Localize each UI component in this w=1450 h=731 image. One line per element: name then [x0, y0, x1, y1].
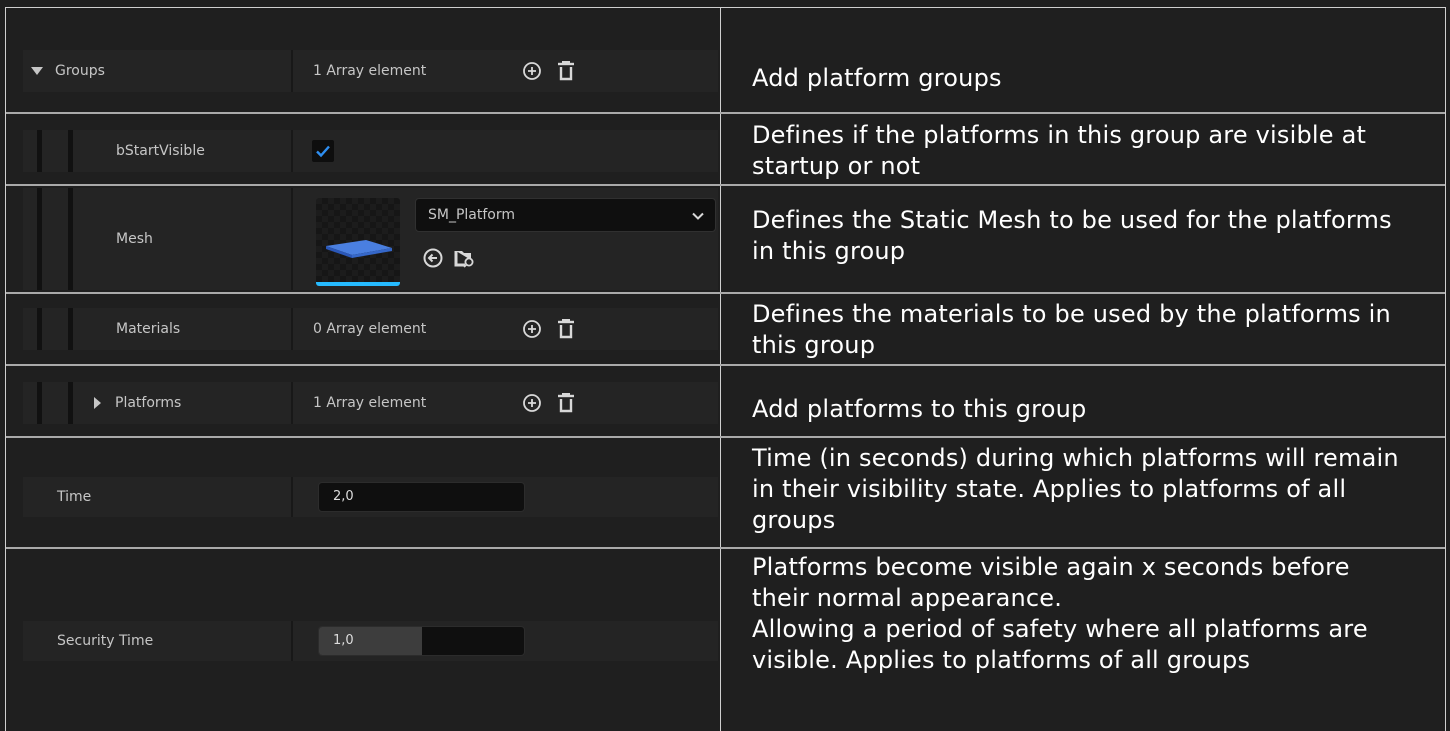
- chevron-down-icon: [691, 208, 705, 227]
- row-divider: [6, 547, 1445, 549]
- groups-name-cell[interactable]: Groups: [23, 50, 291, 92]
- column-divider: [720, 7, 721, 731]
- indent-guide: [37, 130, 42, 172]
- security-time-slider-input[interactable]: 1,0: [318, 626, 525, 656]
- security-time-value: 1,0: [333, 633, 354, 648]
- bstartvisible-name-cell: bStartVisible: [23, 130, 291, 172]
- mesh-name-cell: Mesh: [23, 188, 291, 290]
- checkmark-icon: [316, 145, 330, 158]
- platform-mesh-preview: [326, 240, 392, 258]
- bstartvisible-description: Defines if the platforms in this group a…: [752, 121, 1367, 180]
- time-row: Time 2,0: [23, 477, 718, 517]
- platforms-label: Platforms: [115, 395, 182, 411]
- trash-icon[interactable]: [554, 59, 578, 83]
- mesh-thumbnail[interactable]: [316, 198, 400, 286]
- row-divider: [6, 112, 1445, 114]
- expand-arrow-icon[interactable]: [31, 67, 43, 75]
- bstartvisible-label: bStartVisible: [116, 143, 205, 159]
- use-selected-arrow-icon[interactable]: [421, 246, 445, 270]
- indent-guide: [68, 382, 73, 424]
- time-name-cell: Time: [23, 477, 291, 517]
- indent-guide: [68, 130, 73, 172]
- mesh-label: Mesh: [116, 231, 153, 247]
- time-value: 2,0: [333, 489, 354, 504]
- platforms-name-cell[interactable]: Platforms: [23, 382, 291, 424]
- add-circle-icon[interactable]: [520, 391, 544, 415]
- materials-label: Materials: [116, 321, 181, 337]
- mesh-value-cell: SM_Platform: [293, 188, 718, 290]
- security-time-value-cell: 1,0: [293, 621, 718, 661]
- row-divider: [6, 184, 1445, 186]
- time-description: Time (in seconds) during which platforms…: [752, 444, 1399, 534]
- materials-description: Defines the materials to be used by the …: [752, 300, 1391, 359]
- materials-name-cell: Materials: [23, 308, 291, 350]
- materials-array-count: 0 Array element: [313, 321, 427, 337]
- security-time-description: Platforms become visible again x seconds…: [752, 553, 1368, 674]
- indent-guide: [68, 188, 73, 290]
- bstartvisible-checkbox[interactable]: [312, 140, 334, 162]
- row-divider: [6, 436, 1445, 438]
- materials-value-cell: 0 Array element: [293, 308, 718, 350]
- groups-description: Add platform groups: [752, 64, 1002, 92]
- row-divider: [6, 364, 1445, 366]
- indent-guide: [68, 308, 73, 350]
- indent-guide: [37, 308, 42, 350]
- indent-guide: [37, 188, 42, 290]
- documentation-table: Groups 1 Array element Add platform grou…: [5, 7, 1446, 731]
- platforms-row: Platforms 1 Array element: [23, 382, 718, 424]
- groups-label: Groups: [55, 63, 105, 79]
- groups-row: Groups 1 Array element: [23, 50, 718, 92]
- bstartvisible-value-cell: [293, 130, 718, 172]
- trash-icon[interactable]: [554, 317, 578, 341]
- add-circle-icon[interactable]: [520, 317, 544, 341]
- mesh-description: Defines the Static Mesh to be used for t…: [752, 206, 1392, 265]
- time-input[interactable]: 2,0: [318, 482, 525, 512]
- asset-type-color-bar: [316, 282, 400, 286]
- bstartvisible-row: bStartVisible: [23, 130, 718, 172]
- mesh-asset-name: SM_Platform: [428, 207, 516, 223]
- add-circle-icon[interactable]: [520, 59, 544, 83]
- table-top-border: [6, 7, 1445, 8]
- platforms-array-count: 1 Array element: [313, 395, 427, 411]
- browse-folder-icon[interactable]: [453, 246, 477, 270]
- groups-array-count: 1 Array element: [313, 63, 427, 79]
- mesh-row: Mesh SM_Platform: [23, 188, 718, 290]
- materials-row: Materials 0 Array element: [23, 308, 718, 350]
- trash-icon[interactable]: [554, 391, 578, 415]
- indent-guide: [37, 382, 42, 424]
- groups-value-cell: 1 Array element: [293, 50, 718, 92]
- time-value-cell: 2,0: [293, 477, 718, 517]
- mesh-asset-dropdown[interactable]: SM_Platform: [415, 198, 716, 232]
- platforms-value-cell: 1 Array element: [293, 382, 718, 424]
- security-time-label: Security Time: [57, 633, 154, 649]
- platforms-description: Add platforms to this group: [752, 395, 1087, 423]
- expand-arrow-icon[interactable]: [94, 397, 101, 409]
- security-time-name-cell: Security Time: [23, 621, 291, 661]
- row-divider: [6, 292, 1445, 294]
- security-time-row: Security Time 1,0: [23, 621, 718, 661]
- time-label: Time: [57, 489, 92, 505]
